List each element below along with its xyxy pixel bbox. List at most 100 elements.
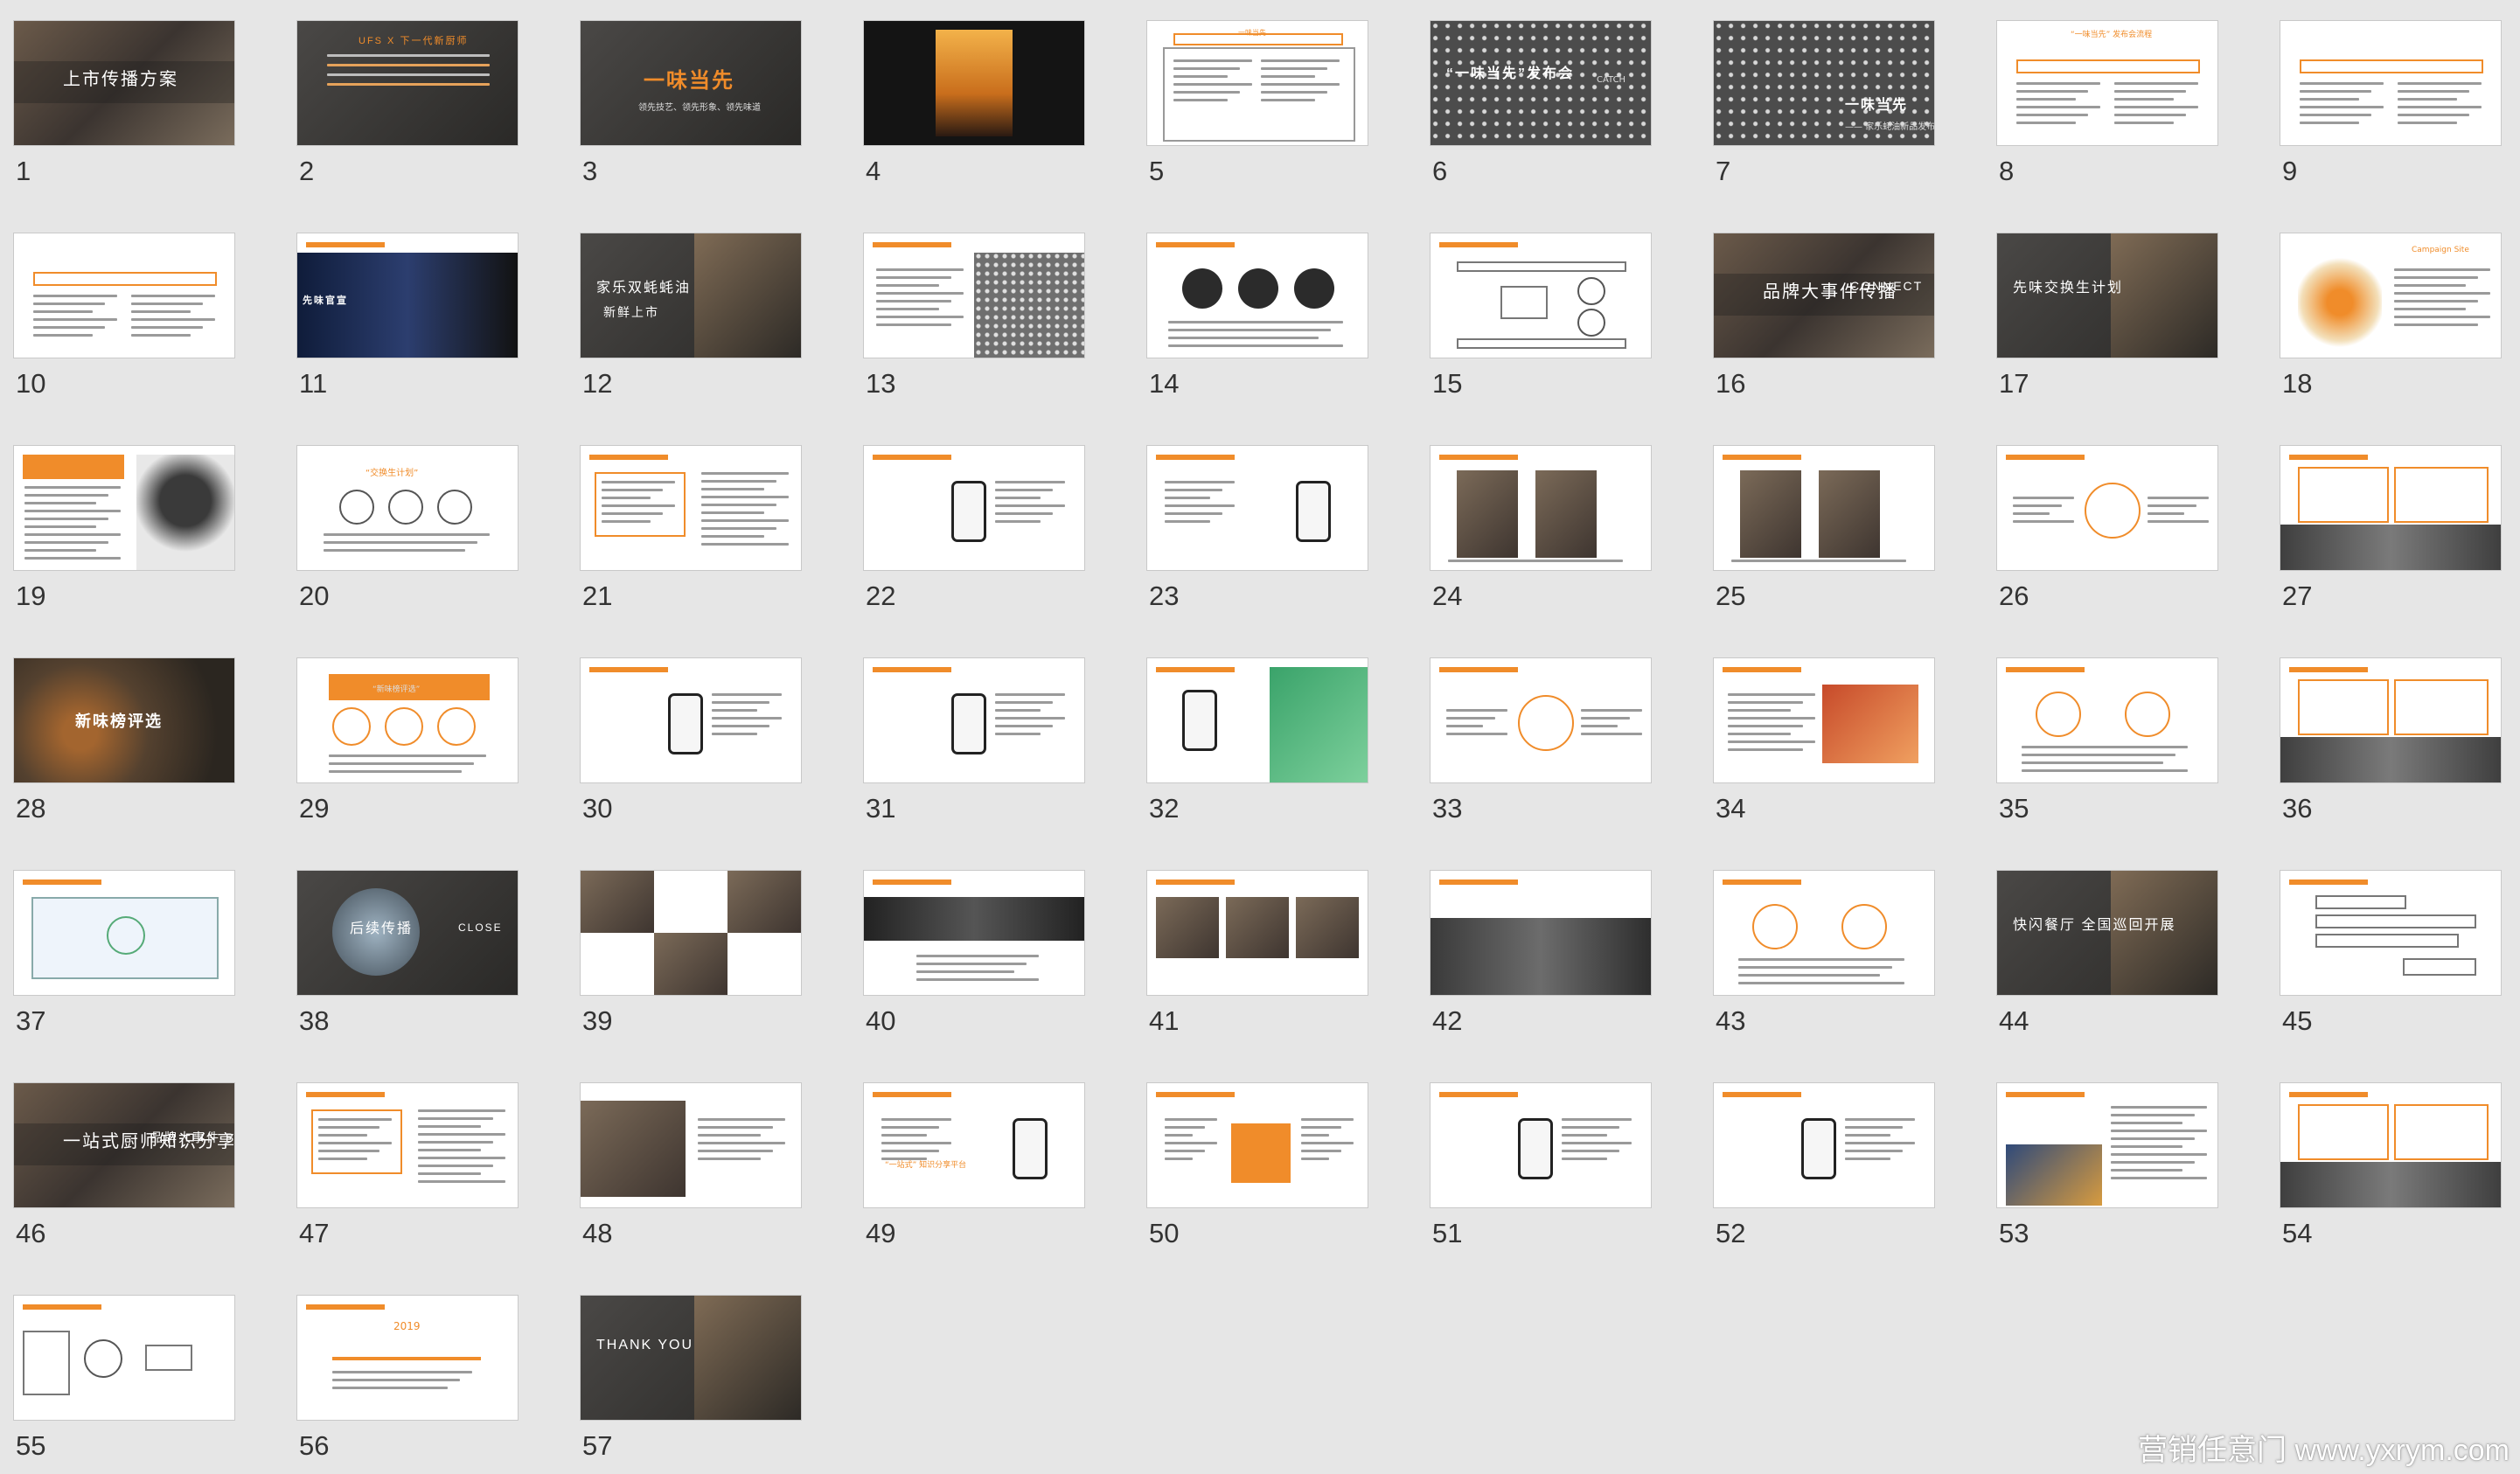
slide-thumbnail-41[interactable]: 41	[1133, 850, 1368, 1038]
slide-thumbnail-3[interactable]: 一味当先 领先技艺、领先形象、领先味道 3	[567, 0, 801, 188]
slide-thumbnail-2[interactable]: UFS X 下一代新厨师 2	[283, 0, 518, 188]
slide-thumbnail-50[interactable]: 50	[1133, 1062, 1368, 1250]
slide-thumbnail-57[interactable]: THANK YOU 57	[567, 1275, 801, 1463]
slide-thumbnail-56[interactable]: 2019 56	[283, 1275, 518, 1463]
text-line	[698, 1142, 785, 1144]
slide-thumbnail-7[interactable]: 一味当先 —— 家乐蚝油新品发布会 7	[1700, 0, 1934, 188]
text-line	[876, 300, 951, 302]
slide-thumbnail-23[interactable]: 23	[1133, 425, 1368, 613]
tile-photo	[581, 871, 654, 933]
photo-strip	[1431, 918, 1651, 995]
slide-number: 40	[866, 1005, 896, 1036]
slide-preview	[864, 658, 1084, 782]
slide-preview: 2019	[297, 1296, 518, 1420]
text-line	[24, 541, 108, 544]
slide-thumbnail-39[interactable]: 39	[567, 850, 801, 1038]
flow-node	[107, 916, 145, 955]
slide-thumbnail-9[interactable]: 9	[2266, 0, 2501, 188]
text-line	[995, 481, 1065, 483]
slide-preview	[2280, 446, 2501, 570]
text-box	[2394, 679, 2489, 735]
slide-thumbnail-53[interactable]: 53	[1983, 1062, 2217, 1250]
header-accent	[1156, 1092, 1235, 1097]
slide-thumbnail-45[interactable]: 45	[2266, 850, 2501, 1038]
slide-thumbnail-37[interactable]: 37	[0, 850, 234, 1038]
chef-photo	[581, 1101, 686, 1197]
slide-thumbnail-22[interactable]: 22	[850, 425, 1084, 613]
slide-preview	[1431, 871, 1651, 995]
text-line	[995, 725, 1053, 727]
slide-number: 25	[1716, 581, 1746, 611]
slide-thumbnail-43[interactable]: 43	[1700, 850, 1934, 1038]
header-accent	[873, 1092, 951, 1097]
text-line	[2013, 520, 2074, 523]
text-line	[995, 717, 1065, 720]
slide-thumbnail-15[interactable]: 15	[1417, 212, 1651, 400]
slide-thumbnail-42[interactable]: 42	[1417, 850, 1651, 1038]
slide-thumbnail-20[interactable]: “交换生计划” 20	[283, 425, 518, 613]
text-line	[1738, 974, 1880, 977]
slide-thumbnail-16[interactable]: 品牌大事件传播 CONNECT 16	[1700, 212, 1934, 400]
header-accent	[2006, 455, 2085, 460]
text-line	[1448, 560, 1623, 562]
text-line	[1728, 740, 1815, 743]
header-accent	[1156, 242, 1235, 247]
slide-thumbnail-55[interactable]: 55	[0, 1275, 234, 1463]
slide-thumbnail-51[interactable]: 51	[1417, 1062, 1651, 1250]
slide-thumbnail-35[interactable]: 35	[1983, 637, 2217, 825]
slide-thumbnail-5[interactable]: 一味当先 5	[1133, 0, 1368, 188]
slide-thumbnail-30[interactable]: 30	[567, 637, 801, 825]
slide-thumbnail-54[interactable]: 54	[2266, 1062, 2501, 1250]
slide-subtitle: CATCH	[1597, 75, 1626, 85]
slide-thumbnail-1[interactable]: 上市传播方案 1	[0, 0, 234, 188]
text-line	[1562, 1118, 1632, 1121]
slide-thumbnail-12[interactable]: 家乐双蚝蚝油 新鲜上市 12	[567, 212, 801, 400]
slide-number: 49	[866, 1218, 896, 1248]
slide-thumbnail-4[interactable]: 4	[850, 0, 1084, 188]
slide-preview	[1997, 446, 2217, 570]
slide-thumbnail-36[interactable]: 36	[2266, 637, 2501, 825]
slide-thumbnail-26[interactable]: 26	[1983, 425, 2217, 613]
slide-thumbnail-27[interactable]: 27	[2266, 425, 2501, 613]
slide-preview	[1147, 446, 1368, 570]
slide-thumbnail-10[interactable]: 10	[0, 212, 234, 400]
slide-thumbnail-18[interactable]: Campaign Site 18	[2266, 212, 2501, 400]
text-line	[1261, 91, 1327, 94]
slide-thumbnail-46[interactable]: 一站式厨师知识分享平台品牌大事件 BACK UP 46	[0, 1062, 234, 1250]
slide-thumbnail-47[interactable]: 47	[283, 1062, 518, 1250]
slide-thumbnail-38[interactable]: 后续传播 CLOSE 38	[283, 850, 518, 1038]
slide-thumbnail-19[interactable]: 19	[0, 425, 234, 613]
phone-mockup	[1296, 481, 1331, 542]
slide-thumbnail-8[interactable]: “一味当先” 发布会流程 8	[1983, 0, 2217, 188]
text-line	[1165, 1134, 1193, 1137]
side-photo	[2111, 233, 2217, 358]
slide-thumbnail-11[interactable]: 先味官宣 11	[283, 212, 518, 400]
slide-thumbnail-52[interactable]: 52	[1700, 1062, 1934, 1250]
slide-thumbnail-24[interactable]: 24	[1417, 425, 1651, 613]
text-line	[2016, 98, 2076, 101]
slide-thumbnail-40[interactable]: 40	[850, 850, 1084, 1038]
header-accent	[1439, 1092, 1518, 1097]
text-line	[1165, 481, 1235, 483]
slide-thumbnail-34[interactable]: 34	[1700, 637, 1934, 825]
text-line	[33, 326, 105, 329]
slide-thumbnail-31[interactable]: 31	[850, 637, 1084, 825]
text-line	[995, 709, 1041, 712]
slide-thumbnail-28[interactable]: 新味榜评选 28	[0, 637, 234, 825]
slide-thumbnail-6[interactable]: “一味当先”发布会 CATCH 6	[1417, 0, 1651, 188]
slide-thumbnail-21[interactable]: 21	[567, 425, 801, 613]
slide-thumbnail-48[interactable]: 48	[567, 1062, 801, 1250]
slide-preview	[1997, 1083, 2217, 1207]
slide-thumbnail-33[interactable]: 33	[1417, 637, 1651, 825]
slide-number: 45	[2282, 1005, 2313, 1036]
phone-mockup	[1801, 1118, 1836, 1179]
text-line	[701, 535, 764, 538]
slide-thumbnail-44[interactable]: 快闪餐厅 全国巡回开展 44	[1983, 850, 2217, 1038]
slide-thumbnail-49[interactable]: “一站式” 知识分享平台 49	[850, 1062, 1084, 1250]
slide-thumbnail-13[interactable]: 13	[850, 212, 1084, 400]
slide-thumbnail-29[interactable]: “新味榜评选” 29	[283, 637, 518, 825]
slide-thumbnail-14[interactable]: 14	[1133, 212, 1368, 400]
slide-thumbnail-17[interactable]: 先味交换生计划 17	[1983, 212, 2217, 400]
slide-thumbnail-32[interactable]: 32	[1133, 637, 1368, 825]
slide-thumbnail-25[interactable]: 25	[1700, 425, 1934, 613]
